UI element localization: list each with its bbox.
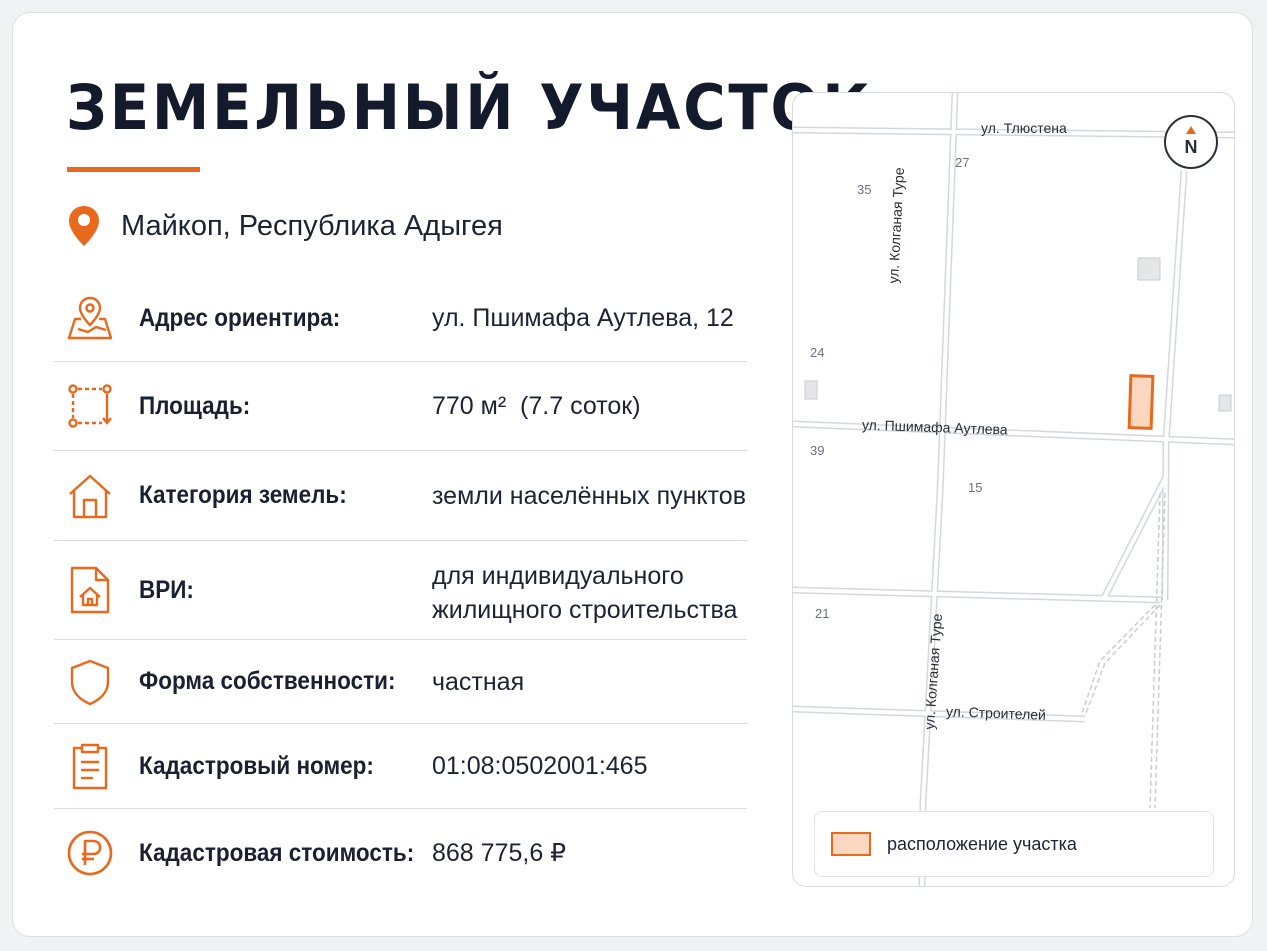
plot-swatch [831,832,871,856]
house-number: 39 [810,443,825,458]
building [1218,394,1232,412]
info-label: Категория земель: [139,481,347,509]
info-row-land-category: Категория земель: земли населённых пункт… [54,451,747,541]
shield-icon [70,659,110,705]
map-pin-map-icon [67,296,113,340]
info-value: земли населённых пунктов [432,481,746,510]
street-label-tlyustena: ул. Тлюстена [981,120,1067,136]
location-text: Майкоп, Республика Адыгея [121,209,503,242]
legend-label: расположение участка [887,833,1077,854]
info-label: Форма собственности: [139,667,396,695]
area-measure-icon [68,384,112,428]
building [804,380,818,400]
title-underline [67,167,200,172]
info-value: частная [432,667,525,696]
location-pin-icon [69,206,99,246]
info-row-permitted-use: ВРИ: для индивидуального жилищного строи… [54,541,747,640]
property-card: ЗЕМЕЛЬНЫЙ УЧАСТОК Майкоп, Республика Ады… [12,12,1253,937]
info-label: Кадастровая стоимость: [139,838,415,867]
info-row-cadastral-value: Кадастровая стоимость: 868 775,6 ₽ [54,809,747,897]
map-legend: расположение участка [814,811,1214,877]
info-row-address: Адрес ориентира: ул. Пшимафа Аутлева, 12 [54,275,747,362]
location-map[interactable]: ул. Тлюстена ул. Колганая Туре ул. Пшима… [792,92,1235,887]
compass-label: N [1184,137,1198,157]
info-label: ВРИ: [139,575,194,604]
north-arrow-icon [1186,126,1196,134]
compass: N [1164,115,1218,169]
document-house-icon [70,566,110,614]
house-icon [69,474,111,518]
info-label: Площадь: [139,391,251,420]
clipboard-icon [72,743,108,790]
info-row-ownership: Форма собственности: частная [54,640,747,724]
house-number: 24 [810,345,825,360]
info-row-area: Площадь: 770 м² (7.7 соток) [54,362,747,451]
page-title: ЗЕМЕЛЬНЫЙ УЧАСТОК [66,71,873,144]
building [1137,257,1161,281]
info-value-line2: жилищного строительства [432,596,738,624]
info-label: Адрес ориентира: [139,303,341,332]
info-value: для индивидуального [432,562,684,590]
info-table: Адрес ориентира: ул. Пшимафа Аутлева, 12… [54,275,747,897]
info-value: 770 м² (7.7 соток) [432,392,641,420]
house-number: 27 [955,155,970,170]
info-value: 01:08:0502001:465 [432,752,648,780]
info-value: ул. Пшимафа Аутлева, 12 [432,304,734,332]
map-streets [793,93,1234,886]
house-number: 35 [857,182,872,197]
info-label: Кадастровый номер: [139,751,374,780]
plot-marker[interactable] [1127,374,1155,430]
ruble-coin-icon [67,830,113,876]
house-number: 15 [968,480,983,495]
info-value: 868 775,6 ₽ [432,839,567,867]
house-number: 21 [815,606,830,621]
location: Майкоп, Республика Адыгея [67,203,503,249]
info-row-cadastral-number: Кадастровый номер: 01:08:0502001:465 [54,724,747,809]
